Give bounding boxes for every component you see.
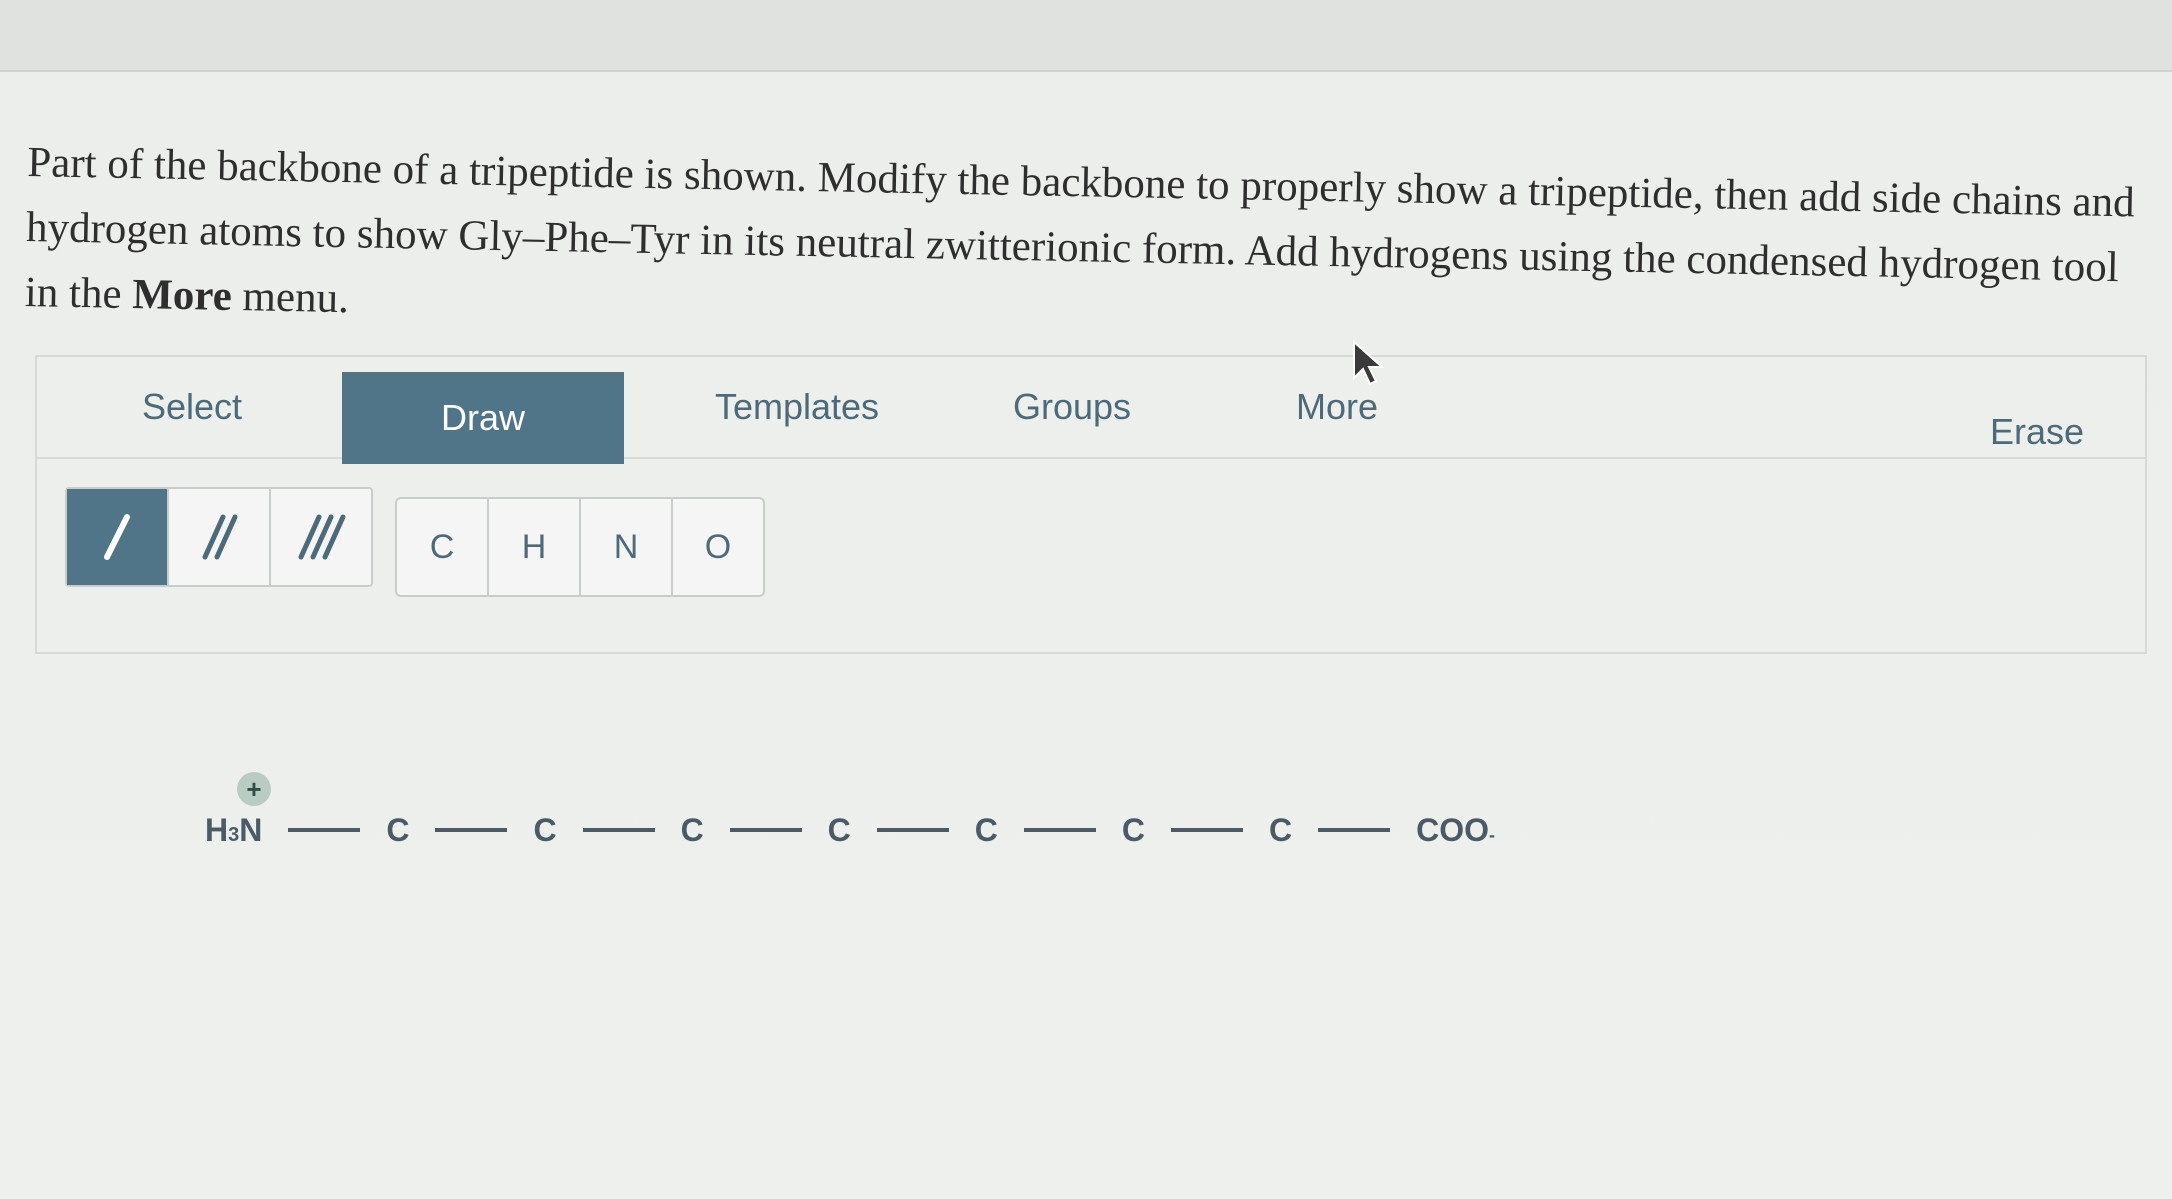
tab-select[interactable]: Select [92, 357, 292, 457]
tab-erase[interactable]: Erase [1957, 382, 2117, 482]
top-header-band [0, 0, 2172, 72]
c-terminus-atom[interactable]: COO - [1416, 812, 1495, 849]
double-bond-icon [202, 514, 238, 560]
single-bond-tool[interactable] [67, 489, 169, 585]
question-text: Part of the backbone of a tripeptide is … [24, 130, 2137, 365]
backbone-carbon[interactable]: C [1122, 812, 1145, 849]
mouse-pointer-icon [1353, 340, 1385, 386]
n-terminus-atom[interactable]: H3N [205, 812, 262, 849]
backbone-bond[interactable] [288, 828, 361, 832]
backbone-carbon[interactable]: C [828, 812, 851, 849]
backbone-carbon[interactable]: C [386, 812, 409, 849]
editor-tab-bar: Select Draw Templates Groups More Erase [37, 357, 2145, 464]
triple-bond-icon [298, 514, 346, 560]
triple-bond-tool[interactable] [271, 489, 371, 585]
backbone-bond[interactable] [582, 828, 655, 832]
atom-tool-hydrogen[interactable]: H [489, 499, 581, 595]
backbone-bond[interactable] [435, 828, 508, 832]
question-more-word: More [131, 271, 233, 320]
peptide-backbone: H3N C C C C C C C COO - [205, 790, 1495, 870]
backbone-carbon[interactable]: C [1269, 812, 1292, 849]
tab-draw[interactable]: Draw [342, 372, 624, 464]
single-bond-icon [104, 514, 130, 560]
bond-tool-group [65, 487, 373, 587]
question-text-part2: menu. [231, 272, 350, 323]
atom-tool-group: C H N O [395, 497, 765, 597]
atom-tool-carbon[interactable]: C [397, 499, 489, 595]
backbone-bond[interactable] [1171, 828, 1243, 832]
tab-templates[interactable]: Templates [657, 357, 937, 457]
backbone-carbon[interactable]: C [681, 812, 704, 849]
molecule-editor: Select Draw Templates Groups More Erase [35, 355, 2147, 654]
atom-tool-nitrogen[interactable]: N [581, 499, 673, 595]
double-bond-tool[interactable] [169, 489, 271, 585]
backbone-carbon[interactable]: C [533, 812, 556, 849]
backbone-bond[interactable] [876, 828, 949, 832]
atom-tool-oxygen[interactable]: O [673, 499, 763, 595]
tab-more[interactable]: More [1227, 357, 1447, 457]
backbone-bond[interactable] [729, 828, 802, 832]
backbone-bond[interactable] [1318, 828, 1391, 832]
backbone-carbon[interactable]: C [975, 812, 998, 849]
tab-groups[interactable]: Groups [952, 357, 1192, 457]
backbone-bond[interactable] [1023, 828, 1096, 832]
